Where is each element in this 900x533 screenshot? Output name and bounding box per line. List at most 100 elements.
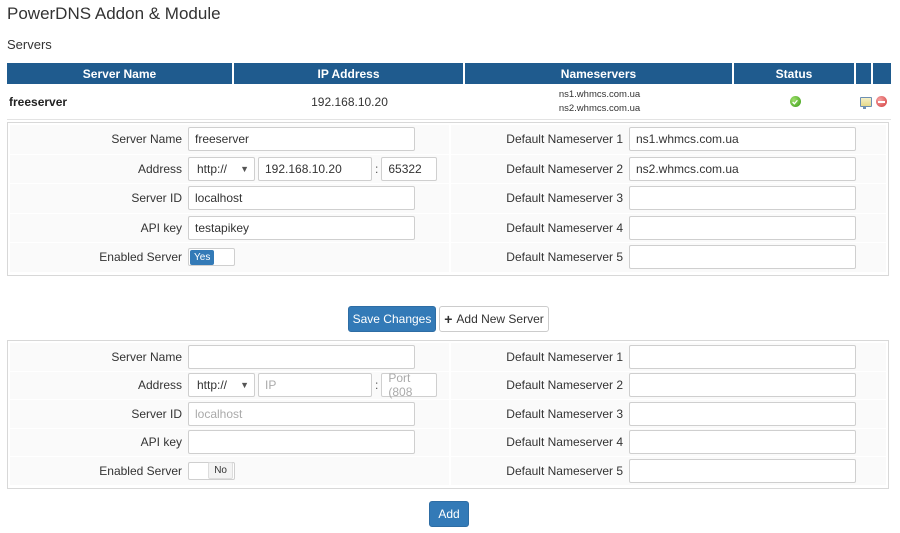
servers-table: Server Name IP Address Nameservers Statu… xyxy=(7,63,891,120)
new-api-key-input[interactable] xyxy=(188,430,415,455)
server-id-input[interactable]: localhost xyxy=(188,186,415,211)
server-id-row: Server ID localhost xyxy=(10,184,449,214)
column-header-status[interactable]: Status xyxy=(734,63,856,84)
api-key-input[interactable]: testapikey xyxy=(188,215,415,240)
new-server-form: Server Name Default Nameserver 1 Address… xyxy=(7,340,889,489)
column-header-server-name[interactable]: Server Name xyxy=(7,63,234,84)
ns3-input[interactable] xyxy=(629,186,856,211)
new-protocol-select[interactable]: http:// ▼ xyxy=(188,373,255,398)
enabled-toggle[interactable]: Yes xyxy=(188,248,235,267)
api-key-label: API key xyxy=(140,220,182,235)
status-cell xyxy=(734,96,856,107)
new-enabled-toggle[interactable]: No xyxy=(188,461,235,480)
new-port-input[interactable]: Port (808 xyxy=(381,371,438,399)
new-ns2-input[interactable] xyxy=(629,373,856,398)
ns3-label: Default Nameserver 3 xyxy=(506,191,623,206)
new-ns2-label: Default Nameserver 2 xyxy=(506,378,623,393)
add-button[interactable]: Add xyxy=(429,501,469,527)
new-protocol-value: http:// xyxy=(197,378,228,393)
table-header: Server Name IP Address Nameservers Statu… xyxy=(7,63,891,84)
new-api-key-row: API key xyxy=(10,428,449,457)
ip-address-cell: 192.168.10.20 xyxy=(311,94,388,109)
ns1-input[interactable]: ns1.whmcs.com.ua xyxy=(629,127,856,152)
new-ns2-row: Default Nameserver 2 xyxy=(451,371,886,400)
ns2-label: Default Nameserver 2 xyxy=(506,161,623,176)
toggle-no: No xyxy=(208,462,233,480)
chevron-down-icon: ▼ xyxy=(240,380,249,391)
new-server-id-row: Server ID localhost xyxy=(10,400,449,429)
nameserver-1-text: ns1.whmcs.com.ua xyxy=(558,88,641,100)
new-ns5-row: Default Nameserver 5 xyxy=(451,457,886,486)
new-address-row: Address http:// ▼ IP : Port (808 xyxy=(10,371,449,400)
server-name-label: Server Name xyxy=(111,132,182,147)
port-input[interactable]: 65322 xyxy=(381,156,438,181)
nameserver-2-text: ns2.whmcs.com.ua xyxy=(558,102,641,114)
server-name-row: Server Name freeserver xyxy=(10,125,449,155)
plus-icon: + xyxy=(444,311,453,327)
new-ns3-input[interactable] xyxy=(629,401,856,426)
edit-server-form: Server Name freeserver Default Nameserve… xyxy=(7,122,889,276)
page-title: PowerDNS Addon & Module xyxy=(7,4,221,23)
new-enabled-row: Enabled Server No xyxy=(10,457,449,486)
address-row: Address http:// ▼ 192.168.10.20 : 65322 xyxy=(10,154,449,184)
ns1-label: Default Nameserver 1 xyxy=(506,132,623,147)
new-ns4-label: Default Nameserver 4 xyxy=(506,435,623,450)
ns3-row: Default Nameserver 3 xyxy=(451,184,886,214)
new-ns1-label: Default Nameserver 1 xyxy=(506,349,623,364)
server-id-label: Server ID xyxy=(131,191,182,206)
port-separator: : xyxy=(375,161,379,176)
new-server-name-label: Server Name xyxy=(111,349,182,364)
address-label: Address xyxy=(137,161,182,176)
column-header-ip-address[interactable]: IP Address xyxy=(234,63,465,84)
status-ok-icon xyxy=(789,96,801,107)
new-server-id-label: Server ID xyxy=(131,406,182,421)
ns5-input[interactable] xyxy=(629,245,856,270)
new-server-name-row: Server Name xyxy=(10,343,449,372)
new-address-label: Address xyxy=(137,378,182,393)
ns2-row: Default Nameserver 2 ns2.whmcs.com.ua xyxy=(451,154,886,184)
new-ns3-label: Default Nameserver 3 xyxy=(506,406,623,421)
new-server-id-input[interactable]: localhost xyxy=(188,401,415,426)
new-ns4-input[interactable] xyxy=(629,430,856,455)
toggle-yes: Yes xyxy=(190,249,215,265)
new-enabled-label: Enabled Server xyxy=(99,463,182,478)
protocol-select[interactable]: http:// ▼ xyxy=(188,156,255,181)
chevron-down-icon: ▼ xyxy=(240,163,249,174)
ip-input[interactable]: 192.168.10.20 xyxy=(258,156,372,181)
new-ns1-row: Default Nameserver 1 xyxy=(451,343,886,372)
ns5-row: Default Nameserver 5 xyxy=(451,243,886,273)
new-ip-input[interactable]: IP xyxy=(258,373,372,398)
api-key-row: API key testapikey xyxy=(10,213,449,243)
ns1-row: Default Nameserver 1 ns1.whmcs.com.ua xyxy=(451,125,886,155)
column-header-nameservers[interactable]: Nameservers xyxy=(465,63,734,84)
new-api-key-label: API key xyxy=(140,435,182,450)
ns2-input[interactable]: ns2.whmcs.com.ua xyxy=(629,156,856,181)
nameservers-cell: ns1.whmcs.com.ua ns2.whmcs.com.ua xyxy=(465,88,734,116)
actions-cell xyxy=(856,96,891,109)
enabled-label: Enabled Server xyxy=(99,250,182,265)
delete-icon[interactable] xyxy=(876,96,887,107)
new-ns4-row: Default Nameserver 4 xyxy=(451,428,886,457)
server-name-input[interactable]: freeserver xyxy=(188,127,415,152)
ns4-label: Default Nameserver 4 xyxy=(506,220,623,235)
protocol-value: http:// xyxy=(197,161,228,176)
server-name-cell: freeserver xyxy=(9,94,68,109)
column-header-delete xyxy=(873,63,891,84)
ns4-row: Default Nameserver 4 xyxy=(451,213,886,243)
new-ns1-input[interactable] xyxy=(629,344,856,369)
save-changes-button[interactable]: Save Changes xyxy=(348,306,436,332)
section-title: Servers xyxy=(7,37,52,52)
ns5-label: Default Nameserver 5 xyxy=(506,250,623,265)
add-new-server-button[interactable]: + Add New Server xyxy=(439,306,549,332)
table-row: freeserver 192.168.10.20 ns1.whmcs.com.u… xyxy=(7,84,891,120)
column-header-edit xyxy=(856,63,873,84)
edit-icon[interactable] xyxy=(860,96,872,109)
new-server-name-input[interactable] xyxy=(188,344,415,369)
new-ns3-row: Default Nameserver 3 xyxy=(451,400,886,429)
port-separator: : xyxy=(375,378,379,393)
ns4-input[interactable] xyxy=(629,215,856,240)
enabled-row: Enabled Server Yes xyxy=(10,243,449,273)
new-ns5-label: Default Nameserver 5 xyxy=(506,463,623,478)
add-new-server-label: Add New Server xyxy=(456,312,544,326)
new-ns5-input[interactable] xyxy=(629,458,856,483)
